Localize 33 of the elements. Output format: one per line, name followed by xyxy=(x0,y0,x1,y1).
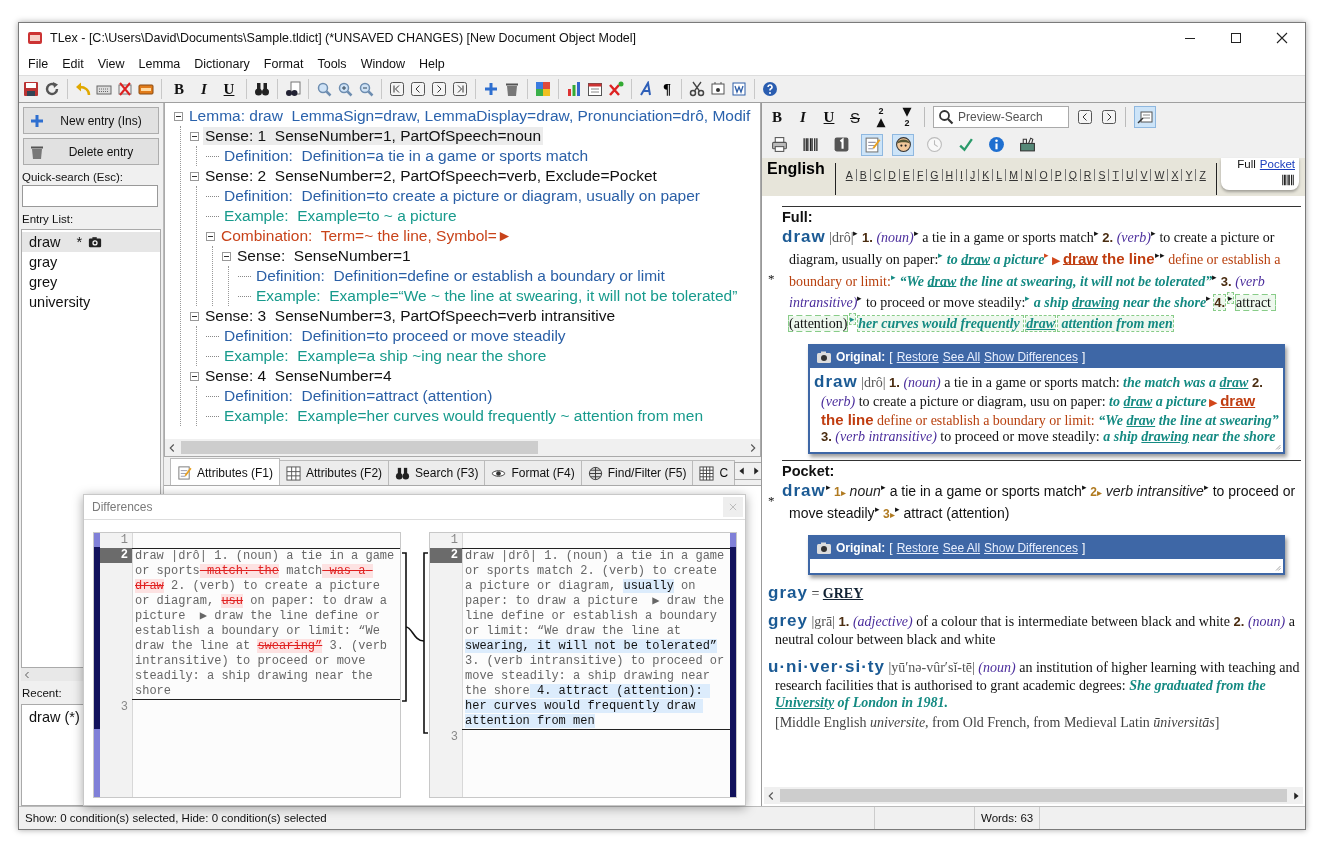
status-text: Words: 63 xyxy=(975,807,1041,829)
diff-text: draw |drô| 1. (noun) a tie in a game or sports match 2. (verb) to create a picture or diagram, usually on paper: to draw a picture ▶ draw the line define or establish a boundary or limit: “We draw the line at swearing, it will not be tolerated” 3. (verb intransitive) to proceed or move steadily: a ship drawing near the shore 4. attract (attention): her curves would frequently draw attention from men xyxy=(462,548,730,730)
dictionary-entry: u·ni·ver·si·ty |yū′nə-vûr′sĭ-tē| (noun) an institution of higher learning with teaching and research facilities that is authorised to grant academic degrees: She graduated from the University of London in 1981. xyxy=(768,656,1301,712)
line-number: 3 xyxy=(119,700,129,715)
bracket-text: ] xyxy=(1081,350,1086,365)
field-label: Recent: xyxy=(22,687,62,699)
window-title: TLex - [C:\Users\David\Documents\Sample.tldict] (*UNSAVED CHANGES) [New Document Object Model] xyxy=(50,31,638,45)
dictionary-entry: draw |drô|$^{▸}$ 1. (noun)$^{▸}$ a tie in a game or sports match$^{▸}$ 2. (verb)$^{▸}$ to create a picture or diagram, usually on paper:$^{▸}$ to draw a picture$^{▸}$ ▶ draw the line$^{▸▸}$ define or establish a boundary or limit:$^{▸}$ “We draw the line at swearing, it will not be tolerated”$^{▸}$ 3. (verb intransitive)$^{▸}$ to proceed or move steadily:$^{▸}$ a ship drawing near the shore$^{▸}$ 4. $^{▸}$ attract (attention) $^{▸}$ her curves would frequently draw attention from men xyxy=(782,225,1282,333)
etymology-text: [Middle English universite, from Old French, from Medieval Latin ūniversitās] xyxy=(774,713,1221,731)
change-marker: * xyxy=(768,270,776,287)
panel-label: Original: xyxy=(836,541,886,556)
bracket-text: ] xyxy=(1081,541,1086,556)
dictionary-entry: grey |grā| 1. (adjective) of a colour that is intermediate between black and white 2. (noun) a neutral colour between black and white xyxy=(768,611,1296,649)
line-number: 2 xyxy=(100,548,132,563)
language-label: English xyxy=(767,159,825,178)
line-number: 3 xyxy=(449,730,459,745)
dictionary-entry: gray = GREY xyxy=(768,583,865,604)
dictionary-entry: draw |drô| 1. (noun) a tie in a game or sports match: the match was a draw 2. (verb) to create a picture or diagram, usu on paper: to draw a picture ▶ draw the line define or establish a boundary or limit: “We draw the line at swearing” 3. (verb intransitive) to proceed or move steadily: a ship drawing near the shore xyxy=(814,372,1279,446)
diff-text: draw |drô| 1. (noun) a tie in a game or sports match: the match was a draw 2. (verb) to create a picture or diagram, usu on paper: to draw a picture ▶ draw the line define or establish a boundary or limit: “We draw the line at swearing” 3. (verb intransitive) to proceed or move steadily: a ship drawing near the shore xyxy=(132,548,400,700)
dialog-title: Differences xyxy=(92,500,154,514)
section-heading: Pocket: xyxy=(782,462,836,479)
line-number: 1 xyxy=(449,533,459,548)
section-heading: Full: xyxy=(782,209,814,225)
status-text: Show: 0 condition(s) selected, Hide: 0 condition(s) selected xyxy=(19,807,875,829)
bracket-text: [ xyxy=(889,350,893,365)
field-label: Entry List: xyxy=(22,213,74,225)
panel-label: Original: xyxy=(836,350,886,365)
bracket-text: [ xyxy=(889,541,893,556)
field-label: Quick-search (Esc): xyxy=(22,171,123,183)
line-number: 2 xyxy=(430,548,462,563)
dictionary-entry: draw$^{▸}$ 1▸ noun$^{▸}$ a tie in a game or sports match$^{▸}$ 2▸ verb intransitive$^{▸}$ to proceed or move steadily$^{▸}$ 3▸$^{▸}$ attract (attention) xyxy=(782,479,1297,523)
change-marker: * xyxy=(768,492,776,509)
line-number: 1 xyxy=(119,533,129,548)
